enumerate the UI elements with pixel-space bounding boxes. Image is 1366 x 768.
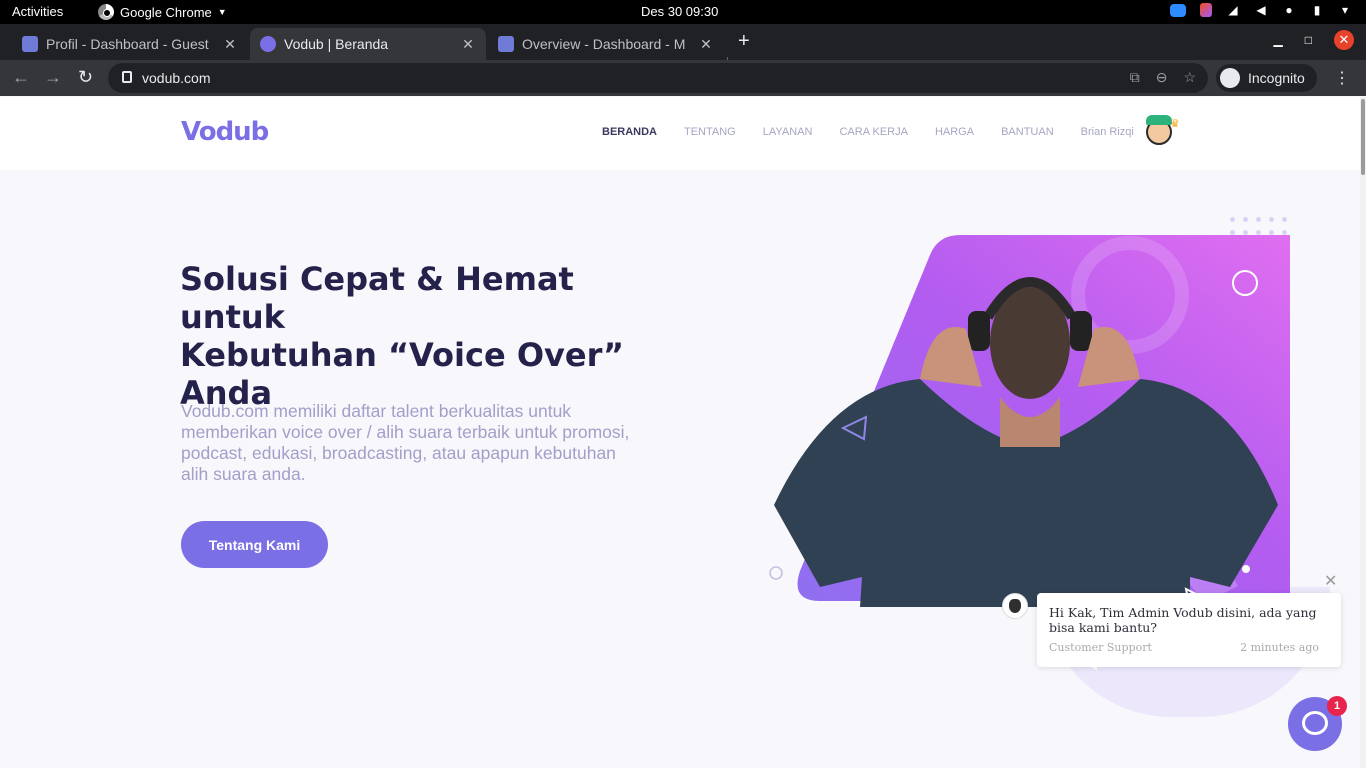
- vodub-favicon-icon: [260, 36, 276, 52]
- hero-title-line: Kebutuhan “Voice Over”: [180, 336, 624, 374]
- incognito-indicator[interactable]: Incognito: [1216, 64, 1317, 92]
- power-menu-icon[interactable]: ▾: [1338, 3, 1352, 17]
- nav-bantuan[interactable]: BANTUAN: [1001, 126, 1054, 138]
- app-indicator-icon[interactable]: [1200, 3, 1212, 17]
- more-menu-icon[interactable]: ⋮: [1334, 68, 1350, 88]
- bookmark-star-icon[interactable]: ☆: [1183, 69, 1196, 86]
- triangle-outline-icon: [840, 415, 868, 441]
- user-name[interactable]: Brian Rizqi: [1081, 126, 1134, 138]
- chat-message-text: Hi Kak, Tim Admin Vodub disini, ada yang…: [1049, 605, 1317, 635]
- tab-strip: Profil - Dashboard - Guest ✕ Vodub | Ber…: [0, 24, 1366, 75]
- chat-timestamp: 2 minutes ago: [1240, 641, 1319, 654]
- hero-description: Vodub.com memiliki daftar talent berkual…: [181, 401, 630, 484]
- omnibox-actions: ⧉ ⊖ ☆: [1130, 69, 1196, 86]
- hero-title: Solusi Cepat & Hemat untuk Kebutuhan “Vo…: [180, 260, 640, 412]
- minimize-icon[interactable]: ▁: [1274, 33, 1283, 47]
- browser-toolbar: ← → ↻ vodub.com ⧉ ⊖ ☆ Incognito ⋮: [0, 60, 1366, 96]
- site-header: Vodub BERANDA TENTANG LAYANAN CARA KERJA…: [0, 97, 1360, 170]
- tab-overview[interactable]: Overview - Dashboard - M ✕: [488, 28, 724, 60]
- reload-icon[interactable]: ↻: [78, 67, 93, 88]
- activities-button[interactable]: Activities: [12, 4, 63, 19]
- incognito-label: Incognito: [1248, 70, 1305, 86]
- app-menu[interactable]: Google Chrome ▼: [98, 4, 227, 20]
- tab-title: Profil - Dashboard - Guest: [46, 36, 209, 52]
- system-top-bar: Activities Google Chrome ▼ Des 30 09:30 …: [0, 0, 1366, 24]
- dashboard-favicon-icon: [498, 36, 514, 52]
- forward-arrow-icon[interactable]: →: [44, 67, 62, 88]
- unread-badge: 1: [1327, 696, 1347, 716]
- address-bar[interactable]: vodub.com ⧉ ⊖ ☆: [108, 63, 1208, 93]
- site-logo[interactable]: Vodub: [181, 117, 269, 147]
- scrollbar-thumb[interactable]: [1361, 99, 1365, 175]
- lock-icon[interactable]: [122, 71, 132, 83]
- close-window-button[interactable]: ✕: [1334, 30, 1354, 50]
- chat-bubble-icon: [1302, 711, 1328, 735]
- chat-sender: Customer Support: [1049, 641, 1152, 654]
- web-page: Vodub BERANDA TENTANG LAYANAN CARA KERJA…: [0, 97, 1360, 768]
- maximize-icon[interactable]: □: [1305, 33, 1312, 47]
- zoom-magnifier-icon[interactable]: ⊖: [1156, 69, 1168, 86]
- nav-layanan[interactable]: LAYANAN: [763, 126, 813, 138]
- new-tab-button[interactable]: +: [738, 30, 750, 53]
- incognito-icon: [1220, 68, 1240, 88]
- clock[interactable]: Des 30 09:30: [641, 4, 718, 19]
- nav-cara-kerja[interactable]: CARA KERJA: [839, 126, 907, 138]
- translate-icon[interactable]: ⧉: [1130, 69, 1140, 86]
- nav-tentang[interactable]: TENTANG: [684, 126, 736, 138]
- back-arrow-icon[interactable]: ←: [12, 67, 30, 88]
- close-icon[interactable]: ✕: [222, 36, 238, 53]
- volume-icon[interactable]: ◀: [1254, 3, 1268, 17]
- tentang-kami-button[interactable]: Tentang Kami: [181, 521, 328, 568]
- crown-icon: ♛: [1170, 118, 1180, 130]
- tab-title: Overview - Dashboard - M: [522, 36, 686, 52]
- close-icon[interactable]: ✕: [460, 36, 476, 53]
- tab-title: Vodub | Beranda: [284, 36, 389, 52]
- app-name: Google Chrome: [120, 4, 212, 20]
- close-icon[interactable]: ✕: [698, 36, 714, 53]
- wifi-icon[interactable]: ◢: [1226, 3, 1240, 17]
- battery-icon[interactable]: ▮: [1310, 3, 1324, 17]
- chrome-icon: [98, 4, 114, 20]
- dashboard-favicon-icon: [22, 36, 38, 52]
- page-scrollbar[interactable]: [1360, 97, 1366, 768]
- tab-profil[interactable]: Profil - Dashboard - Guest ✕: [12, 28, 248, 60]
- tab-vodub[interactable]: Vodub | Beranda ✕: [250, 28, 486, 60]
- url-text[interactable]: vodub.com: [142, 70, 210, 86]
- nav-beranda[interactable]: BERANDA: [602, 126, 657, 138]
- chat-close-icon[interactable]: ✕: [1324, 571, 1337, 591]
- chat-message-popup[interactable]: Hi Kak, Tim Admin Vodub disini, ada yang…: [1037, 593, 1341, 667]
- user-avatar[interactable]: [1146, 115, 1172, 145]
- window-controls: ▁ □ ✕: [1274, 30, 1354, 50]
- small-circle-outline: [769, 566, 783, 580]
- main-nav: BERANDA TENTANG LAYANAN CARA KERJA HARGA…: [602, 126, 1134, 138]
- agent-avatar: [1002, 593, 1028, 619]
- nav-harga[interactable]: HARGA: [935, 126, 974, 138]
- system-tray[interactable]: ◢ ◀ ● ▮ ▾: [1170, 3, 1352, 17]
- microphone-icon[interactable]: ●: [1282, 3, 1296, 17]
- zoom-icon[interactable]: [1170, 3, 1186, 17]
- chevron-down-icon: ▼: [217, 7, 227, 17]
- hero-title-line: Solusi Cepat & Hemat untuk: [180, 260, 574, 336]
